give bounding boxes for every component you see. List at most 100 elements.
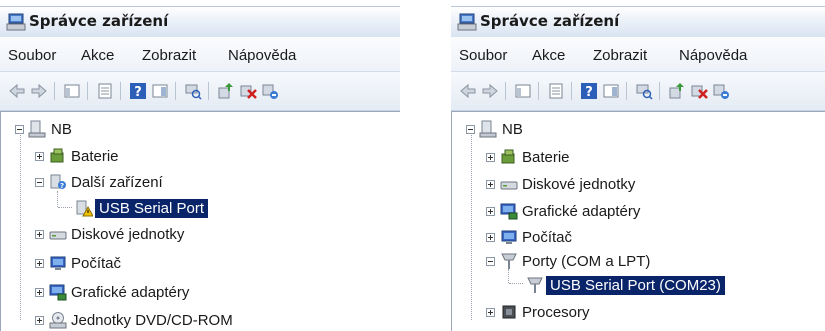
expand-toggle[interactable]: [486, 207, 495, 216]
tree-node-category[interactable]: Porty (COM a LPT): [460, 251, 760, 273]
scan-hardware-icon[interactable]: [184, 82, 202, 100]
toolbar-separator: [208, 82, 209, 100]
expand-toggle[interactable]: [35, 316, 44, 325]
toolbar-separator: [505, 82, 506, 100]
disk-drive-icon: [49, 231, 67, 240]
toolbar-separator: [175, 82, 176, 100]
menu-zobrazit[interactable]: Zobrazit: [593, 47, 647, 64]
port-icon: [527, 277, 543, 293]
toolbar-separator: [54, 82, 55, 100]
collapse-toggle[interactable]: [15, 125, 24, 134]
menu-akce[interactable]: Akce: [81, 47, 114, 64]
title-bar: Správce zařízení: [0, 6, 400, 37]
action-pane-icon[interactable]: [151, 82, 169, 100]
expand-toggle[interactable]: [486, 153, 495, 162]
device-tree: NB Baterie ? Další zařízení USB Serial P…: [0, 111, 400, 331]
svg-text:?: ?: [585, 85, 593, 100]
tree-node-category[interactable]: Počítač: [9, 253, 309, 275]
properties-icon[interactable]: [96, 82, 114, 100]
action-pane-icon[interactable]: [602, 82, 620, 100]
svg-text:?: ?: [134, 85, 142, 100]
expand-toggle[interactable]: [35, 152, 44, 161]
device-tree: NB Baterie Diskové jednotky Grafické ada…: [451, 111, 825, 331]
menu-akce[interactable]: Akce: [532, 47, 565, 64]
expand-toggle[interactable]: [35, 288, 44, 297]
expand-toggle[interactable]: [486, 180, 495, 189]
menu-soubor[interactable]: Soubor: [459, 47, 507, 64]
tree-node-label: Grafické adaptéry: [71, 284, 190, 301]
tree-node-root[interactable]: NB: [9, 119, 209, 141]
toolbar-separator: [87, 82, 88, 100]
expand-toggle[interactable]: [35, 230, 44, 239]
tree-node-category[interactable]: Diskové jednotky: [460, 174, 760, 196]
tree-node-category[interactable]: Počítač: [460, 227, 760, 249]
back-arrow-icon[interactable]: [8, 82, 26, 100]
tree-node-label-selected: USB Serial Port: [95, 199, 209, 218]
tree-node-category[interactable]: Diskové jednotky: [9, 224, 309, 246]
toolbar-separator: [571, 82, 572, 100]
device-manager-icon: [457, 13, 477, 31]
collapse-toggle[interactable]: [486, 257, 495, 266]
battery-icon: [50, 148, 64, 163]
collapse-toggle[interactable]: [35, 178, 44, 187]
battery-icon: [501, 149, 515, 164]
forward-arrow-icon[interactable]: [481, 82, 499, 100]
menu-soubor[interactable]: Soubor: [8, 47, 56, 64]
device-manager-icon: [6, 13, 26, 31]
toolbar-separator: [538, 82, 539, 100]
tree-node-label: Jednotky DVD/CD-ROM: [71, 312, 233, 329]
menu-zobrazit[interactable]: Zobrazit: [142, 47, 196, 64]
tree-node-category[interactable]: ? Další zařízení: [9, 172, 309, 194]
toolbar-separator: [626, 82, 627, 100]
expand-toggle[interactable]: [486, 308, 495, 317]
properties-icon[interactable]: [547, 82, 565, 100]
menu-napoveda[interactable]: Nápověda: [228, 47, 296, 64]
computer-icon: [479, 120, 497, 138]
tree-node-category[interactable]: Grafické adaptéry: [460, 201, 760, 223]
port-icon: [501, 253, 517, 269]
expand-toggle[interactable]: [486, 233, 495, 242]
disable-device-icon[interactable]: [712, 82, 730, 100]
collapse-toggle[interactable]: [466, 125, 475, 134]
scan-hardware-icon[interactable]: [635, 82, 653, 100]
svg-text:?: ?: [60, 182, 64, 190]
expand-toggle[interactable]: [35, 259, 44, 268]
window-title: Správce zařízení: [480, 12, 620, 30]
toolbar: ?: [0, 72, 400, 111]
show-hide-tree-icon[interactable]: [514, 82, 532, 100]
tree-node-label: Diskové jednotky: [522, 176, 636, 193]
menu-napoveda[interactable]: Nápověda: [679, 47, 747, 64]
uninstall-icon[interactable]: [690, 82, 708, 100]
tree-node-label: Další zařízení: [71, 174, 163, 191]
device-manager-window-left: Správce zařízení Soubor Akce Zobrazit Ná…: [0, 0, 400, 331]
disable-device-icon[interactable]: [261, 82, 279, 100]
tree-node-label: Baterie: [71, 148, 119, 165]
tree-node-label: Porty (COM a LPT): [522, 253, 651, 270]
uninstall-icon[interactable]: [239, 82, 257, 100]
help-icon[interactable]: ?: [129, 82, 147, 100]
tree-node-category[interactable]: Procesory: [460, 302, 760, 324]
computer-icon: [501, 230, 517, 244]
display-adapter-icon: [500, 203, 518, 220]
unknown-device-warning-icon: [76, 200, 93, 217]
forward-arrow-icon[interactable]: [30, 82, 48, 100]
tree-node-category[interactable]: Grafické adaptéry: [9, 282, 309, 304]
tree-node-label: NB: [502, 121, 523, 138]
dvd-drive-icon: [49, 312, 67, 329]
update-driver-icon[interactable]: [217, 82, 235, 100]
tree-node-label-selected: USB Serial Port (COM23): [546, 276, 725, 295]
update-driver-icon[interactable]: [668, 82, 686, 100]
tree-node-label: Počítač: [71, 255, 122, 272]
tree-node-category[interactable]: Baterie: [9, 146, 309, 168]
tree-node-label: Procesory: [522, 304, 590, 321]
tree-node-category[interactable]: Baterie: [460, 147, 760, 169]
tree-node-category[interactable]: Jednotky DVD/CD-ROM: [9, 310, 309, 331]
tree-node-device-selected[interactable]: USB Serial Port: [9, 198, 309, 220]
tree-node-root[interactable]: NB: [460, 119, 660, 141]
help-icon[interactable]: ?: [580, 82, 598, 100]
show-hide-tree-icon[interactable]: [63, 82, 81, 100]
back-arrow-icon[interactable]: [459, 82, 477, 100]
tree-node-label: Baterie: [522, 149, 570, 166]
tree-node-device-selected[interactable]: USB Serial Port (COM23): [460, 275, 800, 297]
toolbar: ?: [451, 72, 825, 111]
